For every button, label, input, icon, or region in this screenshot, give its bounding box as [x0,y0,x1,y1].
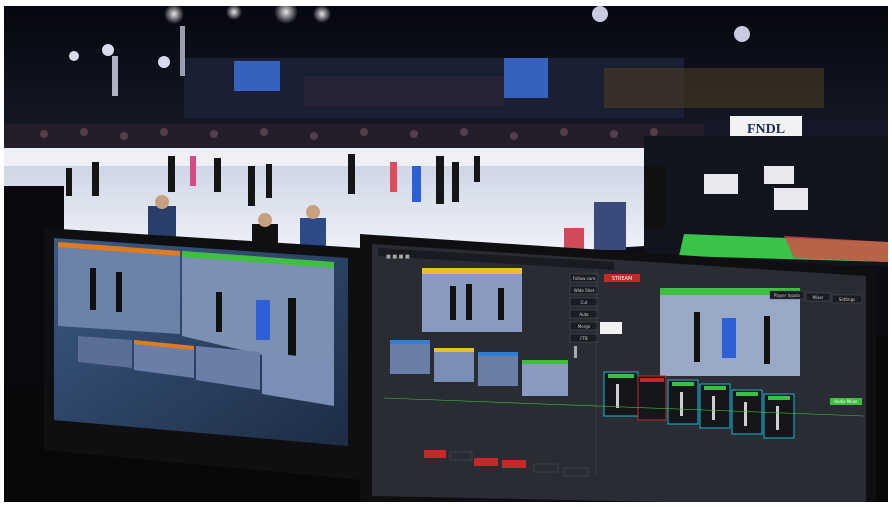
input-thumb[interactable] [478,352,518,386]
stream-button[interactable] [474,458,498,466]
fndl-banner-text: FNDL [747,122,785,137]
audio-strip[interactable] [637,375,667,421]
t-bar-slider[interactable] [574,346,577,358]
control-button[interactable] [449,451,473,461]
photo-scene: FNDL ■ ■ ■ ■ STREAM Follow cam Wide Shot… [4,6,888,502]
svg-text:Settings: Settings [839,297,855,302]
audio-strip[interactable] [603,371,639,417]
input-thumb[interactable] [434,348,474,382]
svg-text:Auto: Auto [579,312,589,317]
svg-text:Mixer: Mixer [813,295,824,300]
orange-seats [604,68,824,108]
svg-text:Player Inputs: Player Inputs [774,293,800,298]
left-monitor [44,228,362,480]
svg-text:Cut: Cut [581,300,588,305]
record-button[interactable] [424,450,446,458]
svg-text:FTB: FTB [580,336,588,341]
control-button[interactable] [563,467,589,477]
seats [304,76,504,106]
white-swatch [600,322,622,334]
blue-stage-light [504,58,548,98]
external-button[interactable] [502,460,526,468]
input-thumb[interactable] [390,340,430,374]
svg-text:Audio Mixer: Audio Mixer [834,399,858,404]
stream-label: STREAM [612,276,633,282]
input-thumb[interactable] [522,360,568,396]
svg-text:Merge: Merge [578,324,591,329]
svg-text:Follow cam: Follow cam [573,276,595,281]
blue-stage-light [234,61,280,91]
rink-boards [4,148,644,166]
right-monitor: ■ ■ ■ ■ STREAM Follow cam Wide Shot Cut … [360,234,876,502]
venue-photo: FNDL ■ ■ ■ ■ STREAM Follow cam Wide Shot… [4,6,888,502]
svg-text:Wide Shot: Wide Shot [574,288,595,293]
svg-text:■ ■ ■ ■: ■ ■ ■ ■ [386,254,410,260]
control-button[interactable] [533,463,559,473]
